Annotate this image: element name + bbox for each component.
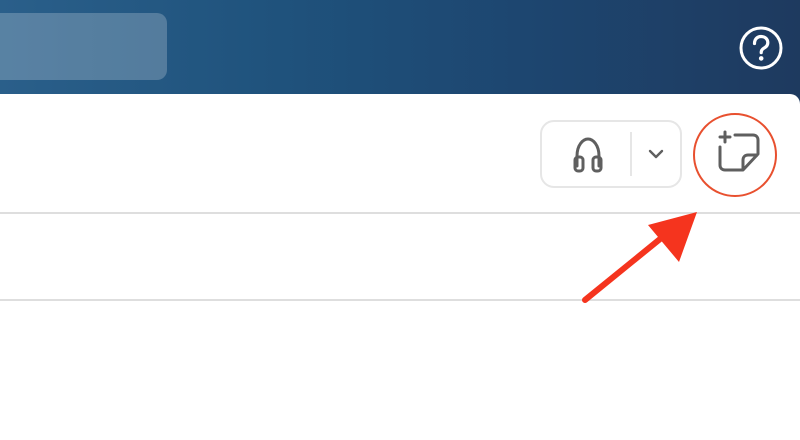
help-button[interactable]: [738, 25, 784, 71]
headphones-icon: [573, 137, 603, 173]
divider-line: [0, 299, 800, 301]
listen-options-dropdown[interactable]: [636, 132, 676, 176]
new-note-button[interactable]: [702, 120, 768, 188]
app-window: [0, 0, 800, 440]
divider-line: [0, 212, 800, 214]
button-group-divider: [630, 132, 632, 176]
audio-button-group: [540, 120, 682, 188]
search-field[interactable]: [0, 13, 167, 80]
listen-button[interactable]: [552, 126, 624, 182]
question-circle-icon: [739, 26, 783, 70]
chevron-down-icon: [648, 149, 664, 159]
new-sticky-note-icon: [718, 130, 760, 172]
